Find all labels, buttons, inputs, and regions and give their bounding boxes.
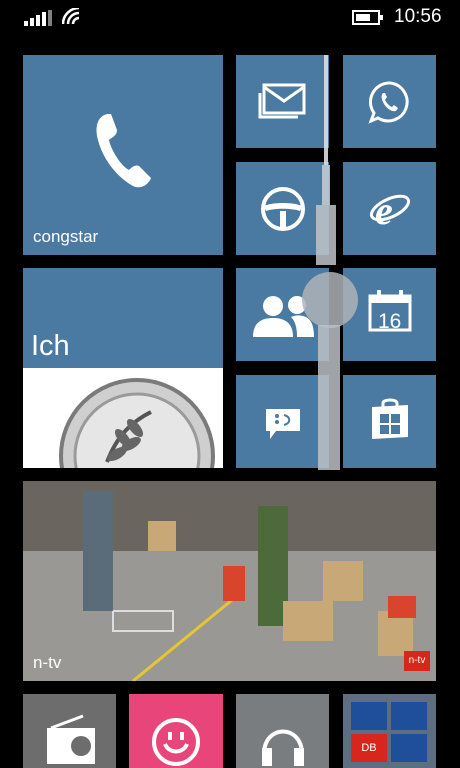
phone-tile[interactable]: congstar (23, 55, 223, 255)
people-icon (253, 296, 314, 337)
news-tile[interactable]: n-tv n-tv (23, 481, 436, 681)
db-app-icon: DB (351, 734, 387, 762)
headphones-tile[interactable] (236, 694, 329, 768)
calendar-day: 16 (378, 310, 402, 333)
radio-icon (47, 714, 95, 764)
ntv-badge: n-tv (404, 651, 430, 671)
phone-icon (96, 114, 151, 188)
clock-time: 10:56 (394, 6, 442, 27)
drive-tile[interactable] (236, 162, 329, 255)
steering-wheel-icon (261, 187, 305, 231)
svg-text:e: e (375, 188, 393, 232)
people-tile[interactable] (236, 268, 329, 361)
profile-emblem-icon (59, 378, 215, 468)
folder-tile[interactable]: DB (343, 694, 436, 768)
mail-tile[interactable] (236, 55, 329, 148)
me-tile-label: Ich (31, 330, 70, 362)
status-bar: 10:56 (0, 0, 460, 34)
wifi-icon (62, 8, 80, 25)
app-icon (391, 734, 427, 762)
me-tile[interactable]: Ich (23, 268, 223, 468)
news-tile-label: n-tv (33, 653, 62, 672)
battery-icon (352, 10, 383, 25)
phone-tile-label: congstar (33, 227, 99, 246)
signal-bars-icon (24, 10, 52, 26)
internet-explorer-icon: e (369, 188, 411, 232)
radio-tile[interactable] (23, 694, 116, 768)
compass-app-icon (391, 702, 427, 730)
headphones-icon (262, 729, 304, 766)
internet-explorer-tile[interactable]: e (343, 162, 436, 255)
envelope-icon (258, 83, 306, 119)
whatsapp-icon (368, 81, 409, 124)
calendar-tile[interactable]: 16 (343, 268, 436, 361)
smiley-headphones-icon (152, 718, 200, 766)
whatsapp-tile[interactable] (343, 55, 436, 148)
chat-smiley-icon (266, 409, 300, 439)
music-tile[interactable] (129, 694, 223, 768)
store-tile[interactable] (343, 375, 436, 468)
news-photo (23, 481, 436, 681)
store-bag-icon (372, 398, 408, 439)
car-app-icon (351, 702, 387, 730)
messaging-tile[interactable] (236, 375, 329, 468)
